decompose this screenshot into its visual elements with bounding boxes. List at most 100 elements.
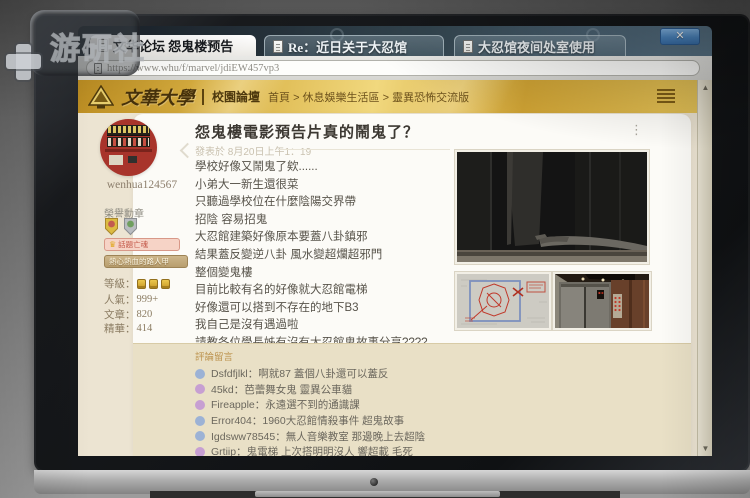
address-field[interactable] [86, 60, 700, 76]
commenter-avatar-icon [195, 416, 205, 426]
url-input[interactable] [107, 63, 692, 74]
comment-row: Grtiip：鬼電梯 上次搭明明沒人 響超載 毛死 [195, 444, 691, 456]
stat-label: 文章： [104, 307, 136, 322]
badge-topic-ghost: ♛ 話題亡魂 [104, 238, 180, 251]
post-line: 學校好像又鬧鬼了欸...... [195, 159, 453, 177]
post-image-elevator[interactable] [553, 272, 651, 330]
post-line: 只聽過學校位在什麼陰陽交界帶 [195, 194, 453, 212]
comment-text: Igdsww78545：無人音樂教室 那邊晚上去超陰 [211, 429, 425, 444]
forum-content: wenhua124567 榮譽勳章 ♛ 話題亡魂 [78, 113, 697, 456]
crown-icon: ♛ [109, 241, 116, 249]
stat-popularity: 人氣： 999+ [104, 292, 158, 307]
comment-row: Error404：1960大忍館情殺事件 超鬼故事 [195, 413, 691, 429]
stat-level: 等級： [104, 276, 172, 291]
url-bar [78, 56, 712, 80]
watermark-dpad-icon [16, 44, 31, 80]
header-divider [202, 89, 204, 105]
breadcrumb[interactable]: 首頁 > 休息娛樂生活區 > 靈異恐怖交流版 [268, 89, 469, 105]
level-medal-icon [149, 279, 158, 289]
kebab-menu-icon[interactable]: ⋮ [630, 123, 643, 136]
level-medal-icon [161, 279, 170, 289]
post-line: 整個變鬼樓 [195, 265, 453, 283]
badge-label: 熱心熱血的路人甲 [109, 256, 169, 267]
comment-row: Dsfdfjlkl：啊就87 蓋個八卦還可以蓋反 [195, 366, 691, 382]
commenter-avatar-icon [195, 384, 205, 394]
keyboard-top [255, 491, 500, 497]
post-line: 我自己是沒有遇過啦 [195, 317, 453, 335]
stat-posts: 文章： 820 [104, 307, 152, 322]
tab-forum-thread[interactable]: 文华论坛 怨鬼楼预告 [90, 35, 256, 56]
comment-text: 45kd：芭蕾舞女鬼 靈異公車貓 [211, 382, 352, 397]
vending-machine-panel [109, 155, 123, 165]
page-icon [94, 63, 102, 74]
vending-machine-row [107, 125, 150, 136]
stat-value: 999+ [137, 294, 159, 305]
commenter-avatar-icon [195, 369, 205, 379]
comments-section: 評論留言 Dsfdfjlkl：啊就87 蓋個八卦還可以蓋反45kd：芭蕾舞女鬼 … [133, 343, 691, 456]
post-line: 結果蓋反變逆八卦 風水變超爛超邪門 [195, 247, 453, 265]
scroll-up-icon[interactable]: ▲ [698, 83, 712, 92]
forum-header: 文華大學 校園論壇 首頁 > 休息娛樂生活區 > 靈異恐怖交流版 [78, 80, 697, 113]
comment-row: Igdsww78545：無人音樂教室 那邊晚上去超陰 [195, 428, 691, 444]
menu-icon[interactable] [657, 89, 675, 104]
comment-text: Dsfdfjlkl：啊就87 蓋個八卦還可以蓋反 [211, 366, 388, 381]
stat-label: 人氣： [104, 292, 136, 307]
commenter-avatar-icon [195, 400, 205, 410]
keyboard-edge [150, 491, 620, 498]
scrollbar[interactable]: ▲ ▼ [697, 80, 712, 456]
medal-row [104, 217, 138, 236]
comment-text: Grtiip：鬼電梯 上次搭明明沒人 響超載 毛死 [211, 444, 413, 456]
stat-value: 414 [137, 323, 153, 334]
post-line: 大忍館建築好像原本要蓋八卦鎮邪 [195, 229, 453, 247]
post-date: 發表於 8月20日上午1：19 [195, 143, 311, 158]
vending-machine-row [107, 137, 150, 147]
silver-medal-icon [123, 217, 138, 236]
page-icon [463, 40, 473, 53]
tab-night-office[interactable]: 大忍馆夜间处室使用 [454, 35, 626, 56]
stat-label: 精華： [104, 321, 136, 336]
university-name: 文華大學 [121, 84, 196, 110]
comment-row: 45kd：芭蕾舞女鬼 靈異公車貓 [195, 382, 691, 398]
university-emblem-icon [88, 85, 114, 109]
badge-passerby: 熱心熱血的路人甲 [104, 255, 188, 268]
page-icon [98, 39, 108, 52]
comments-list: Dsfdfjlkl：啊就87 蓋個八卦還可以蓋反45kd：芭蕾舞女鬼 靈異公車貓… [133, 366, 691, 456]
tab-label: Re：近日关于大忍馆 [288, 37, 407, 56]
avatar[interactable] [100, 119, 157, 176]
commenter-avatar-icon [195, 447, 205, 456]
comment-text: Fireapple：永遠選不到的通識課 [211, 397, 360, 412]
post-image-blueprint[interactable] [455, 272, 551, 330]
scroll-down-icon[interactable]: ▼ [698, 444, 712, 453]
forum-page: 文華大學 校園論壇 首頁 > 休息娛樂生活區 > 靈異恐怖交流版 ▲ ▼ [78, 80, 712, 456]
post-line: 好像還可以搭到不存在的地下B3 [195, 300, 453, 318]
tab-label: 文华论坛 怨鬼楼预告 [113, 36, 233, 55]
comment-row: Fireapple：永遠選不到的通識課 [195, 397, 691, 413]
commenter-avatar-icon [195, 431, 205, 441]
stat-value: 820 [137, 309, 153, 320]
stat-essence: 精華： 414 [104, 321, 152, 336]
browser-window: 文华论坛 怨鬼楼预告 Re：近日关于大忍馆 大忍馆夜间处室使用 ✕ [78, 26, 712, 456]
close-button[interactable]: ✕ [660, 28, 700, 45]
post-line: 小弟大一新生還很菜 [195, 177, 453, 195]
comments-header: 評論留言 [195, 349, 691, 363]
scene: 文华论坛 怨鬼楼预告 Re：近日关于大忍馆 大忍馆夜间处室使用 ✕ [0, 0, 750, 498]
power-button[interactable] [370, 478, 378, 486]
page-icon [273, 40, 283, 53]
tab-re-darenguan[interactable]: Re：近日关于大忍馆 [264, 35, 444, 56]
post-line: 目前比較有名的好像就大忍館電梯 [195, 282, 453, 300]
badge-label: 話題亡魂 [118, 239, 148, 250]
tab-label: 大忍馆夜间处室使用 [478, 37, 595, 56]
vending-machine-slot [128, 156, 137, 163]
post-body: 學校好像又鬧鬼了欸......小弟大一新生還很菜只聽過學校位在什麼陰陽交界帶招陰… [195, 159, 453, 353]
gold-medal-icon [104, 217, 119, 236]
divider [278, 149, 450, 150]
level-medal-icon [137, 279, 146, 289]
browser-titlebar: 文华论坛 怨鬼楼预告 Re：近日关于大忍馆 大忍馆夜间处室使用 ✕ [78, 26, 712, 56]
post-title: 怨鬼樓電影預告片真的鬧鬼了？ [195, 121, 419, 142]
forum-board-label: 校園論壇 [212, 88, 260, 105]
post-image-dark-trailer[interactable] [455, 150, 649, 264]
vending-machine-shelf [105, 149, 152, 152]
post-line: 招陰 容易招鬼 [195, 212, 453, 230]
username[interactable]: wenhua124567 [94, 179, 190, 191]
stat-label: 等級： [104, 276, 136, 291]
